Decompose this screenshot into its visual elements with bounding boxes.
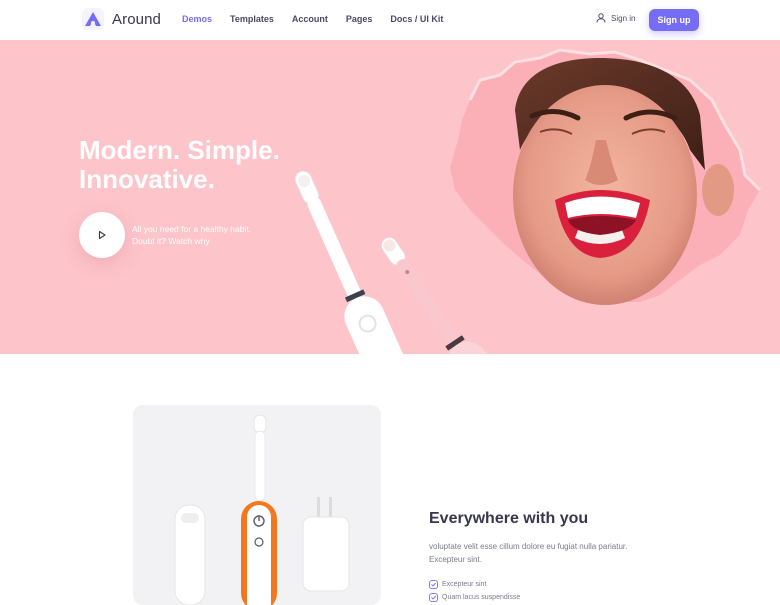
hero-illustration <box>294 48 762 354</box>
feature-checklist: Excepteur sint Quam lacus suspendisse <box>429 578 520 604</box>
signin-link[interactable]: Sign in <box>596 13 635 23</box>
user-icon <box>596 13 606 23</box>
brand-name: Around <box>112 10 161 28</box>
product-illustration <box>174 414 350 605</box>
play-icon <box>98 230 106 240</box>
checklist-label: Excepteur sint <box>442 581 487 588</box>
feature-title: Everywhere with you <box>429 510 589 527</box>
nav-templates[interactable]: Templates <box>230 14 274 24</box>
nav-pages[interactable]: Pages <box>346 14 373 24</box>
hero-title: Modern. Simple. Innovative. <box>79 136 339 194</box>
nav-demos[interactable]: Demos <box>182 14 212 24</box>
hero-subtitle-line-1: All you need for a healthy habit. <box>132 224 252 234</box>
list-item: Quam lacus suspendisse <box>429 591 520 604</box>
main-nav: Demos Templates Account Pages Docs / UI … <box>182 14 461 24</box>
hero-subtitle-line-2: Doubt it? Watch why <box>132 236 210 246</box>
play-video-button[interactable] <box>79 212 125 258</box>
signin-label: Sign in <box>611 13 636 23</box>
nav-docs[interactable]: Docs / UI Kit <box>390 14 443 24</box>
list-item: Excepteur sint <box>429 578 520 591</box>
feature-description: voluptate velit esse cillum dolore eu fu… <box>429 542 628 564</box>
hero-section: Modern. Simple. Innovative. All you need… <box>0 40 780 354</box>
hero-title-line-1: Modern. Simple. <box>79 135 280 165</box>
check-circle-icon <box>429 580 438 589</box>
nav-account[interactable]: Account <box>292 14 328 24</box>
check-circle-icon <box>429 593 438 602</box>
brand-logo-icon <box>82 8 104 30</box>
hero-title-line-2: Innovative. <box>79 164 215 194</box>
brand[interactable]: Around <box>82 8 161 30</box>
feature-product-image <box>133 405 381 605</box>
hero-subtitle: All you need for a healthy habit. Doubt … <box>132 223 292 247</box>
site-header: Around Demos Templates Account Pages Doc… <box>0 0 780 41</box>
signup-button[interactable]: Sign up <box>649 9 699 31</box>
